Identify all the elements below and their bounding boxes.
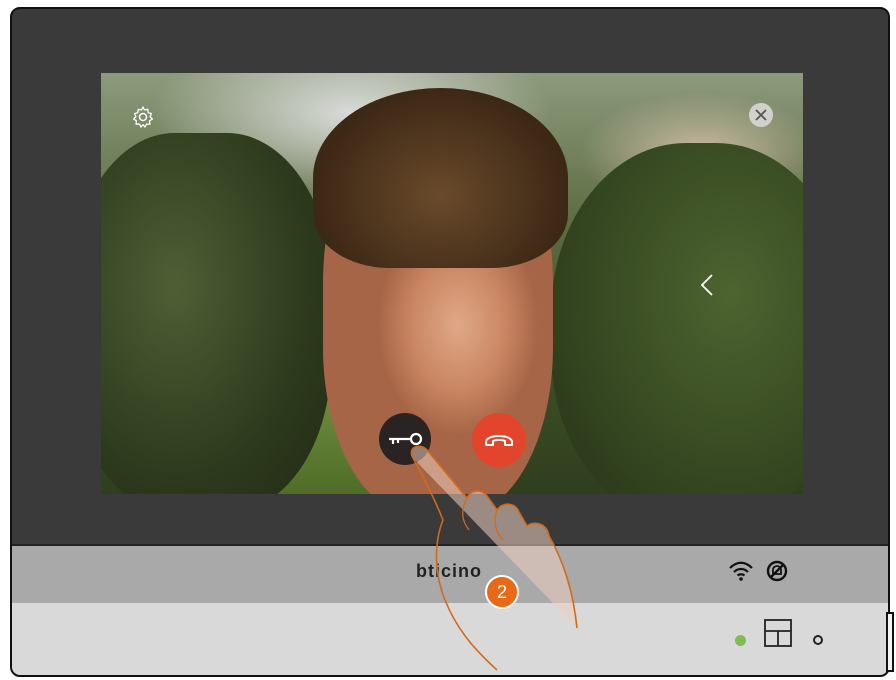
status-led — [735, 635, 746, 646]
brand-logo: bticino — [416, 561, 482, 581]
wifi-icon — [729, 561, 753, 581]
video-call-screen — [101, 73, 803, 494]
settings-button[interactable] — [129, 103, 157, 131]
bell-off-icon — [766, 560, 788, 582]
door-unlock-button[interactable] — [379, 413, 431, 465]
close-button[interactable] — [749, 103, 773, 127]
key-icon — [389, 432, 423, 446]
step-number-badge: 2 — [485, 575, 519, 609]
microphone-icon — [813, 635, 823, 645]
caller-hair — [313, 88, 568, 268]
gear-icon — [132, 106, 154, 128]
status-bar: bticino — [12, 544, 888, 605]
side-tab — [886, 612, 894, 672]
camera-background-hedge-left — [101, 133, 331, 494]
camera-background-hedge-right — [551, 143, 803, 494]
home-key-icon[interactable] — [764, 619, 792, 647]
hang-up-button[interactable] — [472, 413, 526, 467]
chevron-left-icon — [700, 274, 713, 296]
phone-hangup-icon — [485, 435, 513, 446]
video-intercom-device: bticino — [10, 7, 890, 677]
close-icon — [755, 109, 767, 121]
previous-button[interactable] — [695, 271, 719, 299]
